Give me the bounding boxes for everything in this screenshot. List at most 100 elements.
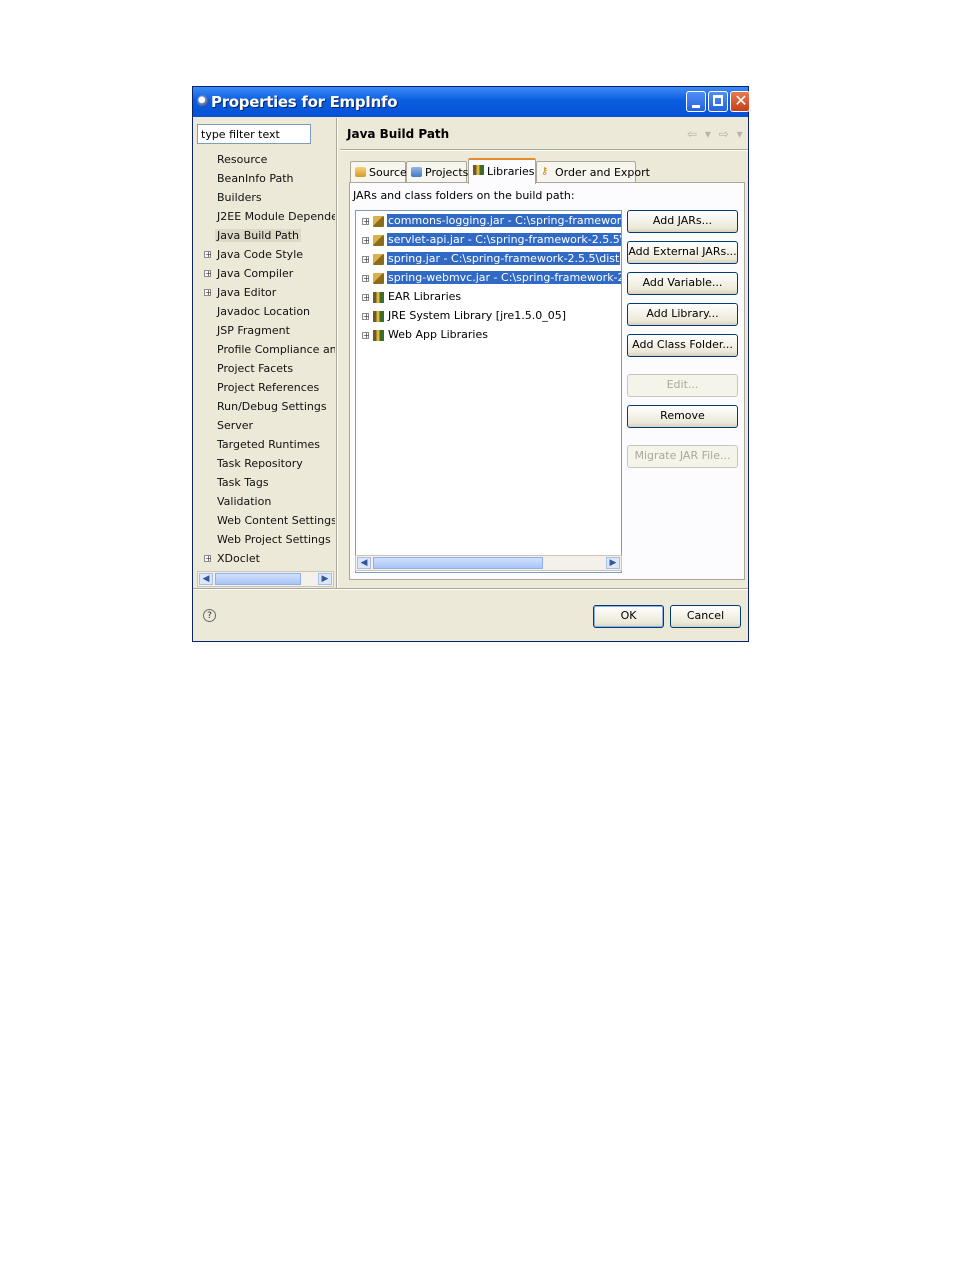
library-icon bbox=[473, 165, 484, 175]
history-arrows: ⇦ ▾ ⇨ ▾ bbox=[687, 127, 745, 141]
expand-icon[interactable]: + bbox=[362, 332, 370, 340]
nav-item-label: Javadoc Location bbox=[217, 305, 311, 318]
title-bar[interactable]: Properties for EmpInfo ✕ bbox=[193, 87, 750, 117]
cancel-button[interactable]: Cancel bbox=[670, 605, 741, 628]
libraries-tree[interactable]: + commons-logging.jar - C:\spring-framewo… bbox=[355, 210, 622, 573]
title-separator bbox=[340, 149, 748, 151]
nav-item-label: Profile Compliance and Validation bbox=[217, 343, 335, 356]
nav-item[interactable]: Task Repository bbox=[197, 455, 335, 473]
nav-item[interactable]: Profile Compliance and Validation bbox=[197, 341, 335, 359]
library-entry-label: JRE System Library [jre1.5.0_05] bbox=[388, 309, 566, 322]
library-entry[interactable]: + JRE System Library [jre1.5.0_05] bbox=[356, 307, 621, 326]
library-entry-label: EAR Libraries bbox=[388, 290, 462, 303]
library-entry[interactable]: + servlet-api.jar - C:\spring-framework-2… bbox=[356, 231, 621, 250]
maximize-icon bbox=[713, 95, 723, 106]
nav-item-label: Web Content Settings bbox=[217, 514, 335, 527]
minimize-icon bbox=[692, 105, 700, 108]
library-entry-label: servlet-api.jar - C:\spring-framework-2.… bbox=[387, 233, 621, 246]
nav-item-label: J2EE Module Dependencies bbox=[217, 210, 335, 223]
scroll-thumb[interactable] bbox=[215, 573, 301, 585]
nav-item-label: Java Compiler bbox=[217, 267, 294, 280]
window-title: Properties for EmpInfo bbox=[211, 93, 398, 111]
forward-arrow-icon[interactable]: ⇨ ▾ bbox=[719, 127, 745, 141]
library-entry-label: commons-logging.jar - C:\spring-framewor… bbox=[387, 214, 622, 227]
nav-item-label: Web Project Settings bbox=[217, 533, 331, 546]
footer-separator bbox=[193, 588, 748, 590]
tab-label: Projects bbox=[425, 166, 469, 179]
add-external-jars-button[interactable]: Add External JARs... bbox=[627, 241, 738, 264]
nav-item[interactable]: Web Content Settings bbox=[197, 512, 335, 530]
tab-libraries[interactable]: Libraries bbox=[468, 158, 536, 184]
tab-source[interactable]: Source bbox=[350, 161, 407, 183]
nav-item[interactable]: + Java Code Style bbox=[197, 246, 335, 264]
nav-item[interactable]: BeanInfo Path bbox=[197, 170, 335, 188]
nav-item[interactable]: Java Build Path bbox=[197, 227, 335, 245]
nav-horizontal-scrollbar[interactable]: ◀ ▶ bbox=[197, 571, 334, 587]
expand-icon[interactable]: + bbox=[362, 275, 370, 283]
nav-item[interactable]: Validation bbox=[197, 493, 335, 511]
nav-item[interactable]: + Java Compiler bbox=[197, 265, 335, 283]
nav-item[interactable]: Resource bbox=[197, 151, 335, 169]
nav-item-label: Targeted Runtimes bbox=[217, 438, 320, 451]
jar-icon bbox=[373, 273, 384, 284]
back-arrow-icon[interactable]: ⇦ ▾ bbox=[687, 127, 713, 141]
add-library-button[interactable]: Add Library... bbox=[627, 303, 738, 326]
nav-item[interactable]: Run/Debug Settings bbox=[197, 398, 335, 416]
nav-item-label: XDoclet bbox=[217, 552, 260, 565]
expand-icon[interactable]: + bbox=[204, 555, 212, 563]
edit-button[interactable]: Edit... bbox=[627, 374, 738, 397]
nav-item-label: Task Tags bbox=[217, 476, 269, 489]
jar-icon bbox=[373, 235, 384, 246]
expand-icon[interactable]: + bbox=[204, 251, 212, 259]
nav-item[interactable]: Javadoc Location bbox=[197, 303, 335, 321]
minimize-button[interactable] bbox=[686, 91, 706, 112]
scroll-right-icon[interactable]: ▶ bbox=[606, 557, 620, 569]
migrate-jar-button[interactable]: Migrate JAR File... bbox=[627, 445, 738, 468]
ok-button[interactable]: OK bbox=[593, 605, 664, 628]
scroll-thumb[interactable] bbox=[373, 557, 543, 569]
library-entry[interactable]: + spring.jar - C:\spring-framework-2.5.5\… bbox=[356, 250, 621, 269]
nav-item[interactable]: J2EE Module Dependencies bbox=[197, 208, 335, 226]
libraries-horizontal-scrollbar[interactable]: ◀ ▶ bbox=[355, 555, 622, 571]
nav-item[interactable]: + Java Editor bbox=[197, 284, 335, 302]
expand-icon[interactable]: + bbox=[362, 313, 370, 321]
expand-icon[interactable]: + bbox=[204, 270, 212, 278]
jar-icon bbox=[373, 216, 384, 227]
nav-item[interactable]: Builders bbox=[197, 189, 335, 207]
pane-divider[interactable] bbox=[336, 118, 338, 589]
library-icon bbox=[373, 292, 384, 303]
nav-item[interactable]: Server bbox=[197, 417, 335, 435]
library-entry[interactable]: + commons-logging.jar - C:\spring-framewo… bbox=[356, 212, 622, 231]
tab-projects[interactable]: Projects bbox=[406, 161, 469, 183]
scroll-right-icon[interactable]: ▶ bbox=[318, 573, 332, 585]
expand-icon[interactable]: + bbox=[204, 289, 212, 297]
library-entry[interactable]: + Web App Libraries bbox=[356, 326, 621, 345]
expand-icon[interactable]: + bbox=[362, 256, 370, 264]
tab-order-and-export[interactable]: ⚷ Order and Export bbox=[536, 161, 650, 183]
scroll-left-icon[interactable]: ◀ bbox=[357, 557, 371, 569]
nav-item-label: Project References bbox=[217, 381, 320, 394]
filter-input[interactable] bbox=[197, 124, 311, 144]
properties-dialog: Properties for EmpInfo ✕ Resource BeanInf… bbox=[192, 86, 750, 642]
expand-icon[interactable]: + bbox=[362, 218, 370, 226]
close-button[interactable]: ✕ bbox=[730, 91, 750, 112]
library-entry[interactable]: + spring-webmvc.jar - C:\spring-framework… bbox=[356, 269, 621, 288]
expand-icon[interactable]: + bbox=[362, 294, 370, 302]
nav-item[interactable]: Project References bbox=[197, 379, 335, 397]
add-jars-button[interactable]: Add JARs... bbox=[627, 210, 738, 233]
scroll-left-icon[interactable]: ◀ bbox=[199, 573, 213, 585]
nav-item[interactable]: Targeted Runtimes bbox=[197, 436, 335, 454]
library-entry[interactable]: + EAR Libraries bbox=[356, 288, 621, 307]
add-class-folder-button[interactable]: Add Class Folder... bbox=[627, 334, 738, 357]
help-icon[interactable]: ? bbox=[203, 609, 216, 622]
nav-item[interactable]: Task Tags bbox=[197, 474, 335, 492]
nav-item[interactable]: Project Facets bbox=[197, 360, 335, 378]
remove-button[interactable]: Remove bbox=[627, 405, 738, 428]
nav-item[interactable]: JSP Fragment bbox=[197, 322, 335, 340]
add-variable-button[interactable]: Add Variable... bbox=[627, 272, 738, 295]
expand-icon[interactable]: + bbox=[362, 237, 370, 245]
nav-item[interactable]: + XDoclet bbox=[197, 550, 335, 568]
maximize-button[interactable] bbox=[708, 91, 728, 112]
nav-item[interactable]: Web Project Settings bbox=[197, 531, 335, 549]
nav-item-label: Java Code Style bbox=[217, 248, 304, 261]
